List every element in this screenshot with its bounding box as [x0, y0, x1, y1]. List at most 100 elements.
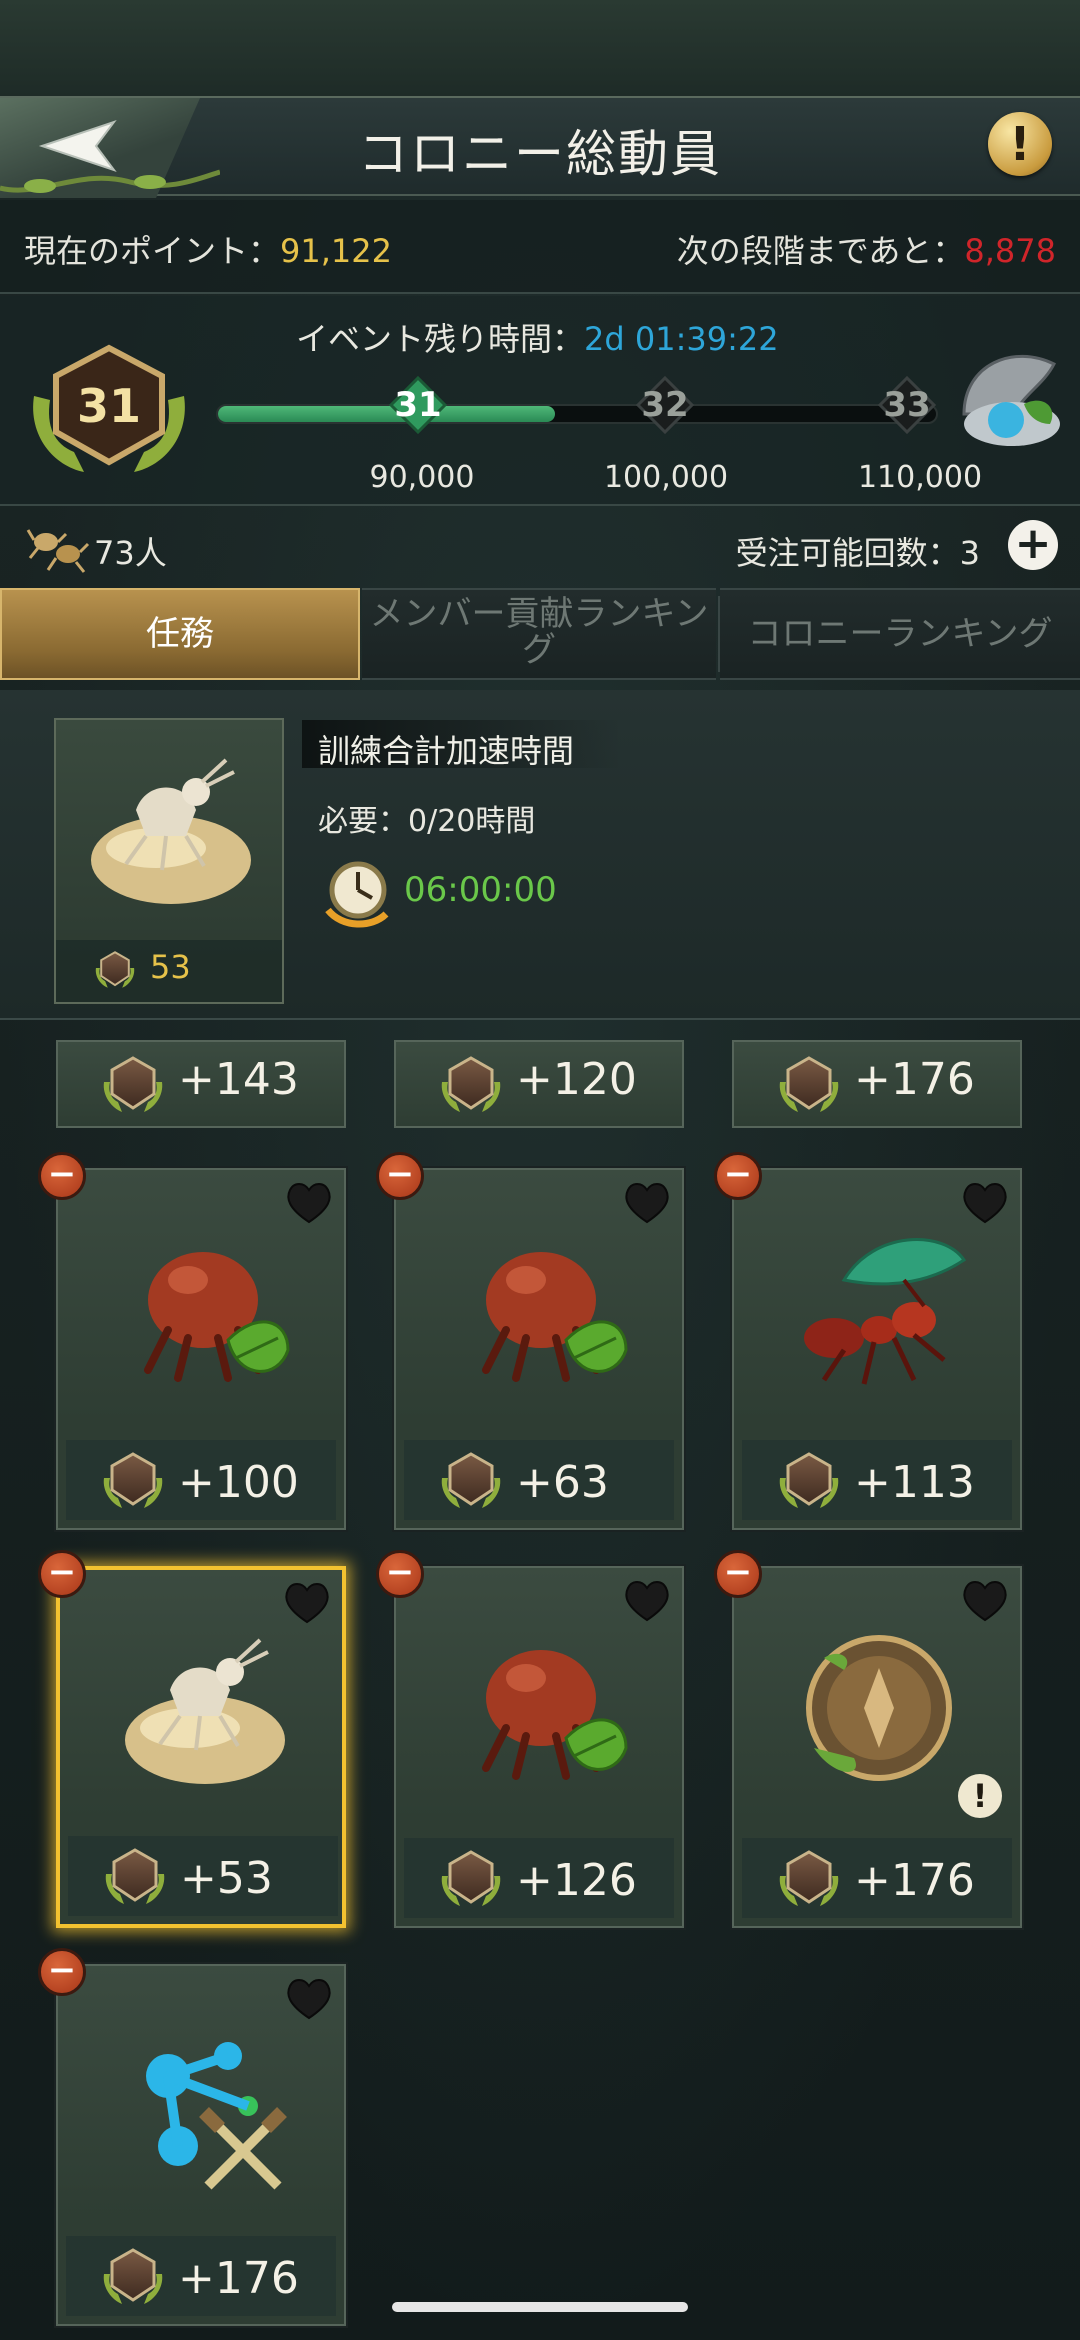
- tab-colony-ranking[interactable]: コロニーランキング: [720, 588, 1080, 680]
- title-bar: コロニー総動員 !: [0, 96, 1080, 198]
- current-points: 現在のポイント：91,122: [24, 226, 392, 272]
- red-ant-leaf-icon: [446, 1618, 636, 1798]
- next-stage-points: 次の段階まであと：8,878: [677, 226, 1056, 272]
- heart-icon[interactable]: [622, 1180, 672, 1224]
- remove-task-icon[interactable]: −: [38, 1948, 86, 1996]
- task-points: +100: [178, 1457, 299, 1508]
- task-points: +126: [516, 1855, 637, 1906]
- points-badge-icon: [774, 1448, 844, 1514]
- heart-icon[interactable]: [960, 1578, 1010, 1622]
- task-item-selected[interactable]: +53: [56, 1566, 346, 1928]
- progress-track: [216, 404, 938, 424]
- threshold-label: 100,000: [603, 460, 729, 495]
- points-badge-icon: [774, 1846, 844, 1912]
- ant-egg-icon: [110, 1620, 300, 1800]
- next-stage-label: 次の段階まであと：: [676, 232, 965, 270]
- orders-available: 受注可能回数：3: [735, 534, 980, 572]
- leafcutter-ant-icon: [784, 1220, 974, 1400]
- task-item-partial[interactable]: +120: [394, 1040, 684, 1128]
- heart-icon[interactable]: [284, 1180, 334, 1224]
- remove-task-icon[interactable]: −: [714, 1152, 762, 1200]
- info-button[interactable]: !: [988, 112, 1052, 176]
- add-orders-button[interactable]: +: [1008, 520, 1058, 570]
- mission-card[interactable]: 53: [54, 718, 284, 1004]
- task-points: +120: [516, 1054, 637, 1105]
- progress-node-32: 32: [636, 376, 694, 434]
- remove-task-icon[interactable]: −: [38, 1550, 86, 1598]
- threshold-label: 110,000: [857, 460, 983, 495]
- remove-task-icon[interactable]: −: [714, 1550, 762, 1598]
- task-points: +176: [854, 1855, 975, 1906]
- node-level-label: 31: [394, 385, 442, 425]
- blue-molecule-swords-icon: [108, 2016, 298, 2196]
- task-item-partial[interactable]: +143: [56, 1040, 346, 1128]
- home-indicator[interactable]: [392, 2302, 688, 2312]
- red-ant-leaf-icon: [108, 1220, 298, 1400]
- heart-icon[interactable]: [282, 1580, 332, 1624]
- member-count: 73人: [94, 534, 167, 572]
- mission-name: 訓練合計加速時間: [318, 732, 575, 770]
- tab-missions[interactable]: 任務: [0, 588, 360, 680]
- heart-icon[interactable]: [284, 1976, 334, 2020]
- mission-requirement: 必要：0/20時間: [318, 804, 536, 839]
- task-points: +53: [180, 1853, 273, 1904]
- task-item[interactable]: ! +176: [732, 1566, 1022, 1928]
- heart-icon[interactable]: [622, 1578, 672, 1622]
- tab-member-ranking[interactable]: メンバー貢献ランキング: [362, 588, 716, 680]
- mission-points: 53: [150, 948, 191, 986]
- level-badge-icon: 31: [33, 344, 185, 472]
- level-number: 31: [77, 379, 141, 433]
- reward-shell-icon[interactable]: [954, 344, 1066, 454]
- task-points: +113: [854, 1457, 975, 1508]
- current-points-label: 現在のポイント：: [24, 232, 281, 270]
- remove-task-icon[interactable]: −: [38, 1152, 86, 1200]
- progress-node-31: 31: [389, 376, 447, 434]
- clock-icon: [325, 861, 389, 928]
- points-badge-icon: [98, 1448, 168, 1514]
- remove-task-icon[interactable]: −: [376, 1152, 424, 1200]
- points-badge-icon: [436, 1846, 506, 1912]
- tab-bar: 任務 メンバー貢献ランキング コロニーランキング: [0, 588, 1080, 680]
- event-remaining-time: イベント残り時間：2d 01:39:22: [296, 314, 779, 360]
- progress-fill: [218, 406, 556, 422]
- points-badge-icon: [774, 1052, 844, 1118]
- task-item[interactable]: +176: [56, 1964, 346, 2326]
- points-badge-icon: [436, 1052, 506, 1118]
- ant-egg-icon: [76, 740, 266, 920]
- progress-panel: 31 イベント残り時間：2d 01:39:22 31 32 33 90,000 …: [0, 296, 1080, 506]
- points-badge-icon: [100, 1844, 170, 1910]
- mission-time: 06:00:00: [404, 870, 557, 910]
- points-badge-icon: [98, 2244, 168, 2310]
- task-item-partial[interactable]: +176: [732, 1040, 1022, 1128]
- members-row: 73人 受注可能回数：3 +: [0, 508, 1080, 588]
- task-points: +176: [854, 1054, 975, 1105]
- warning-icon: !: [958, 1774, 1002, 1818]
- task-item[interactable]: +100: [56, 1168, 346, 1530]
- task-item[interactable]: +113: [732, 1168, 1022, 1530]
- node-level-label: 32: [641, 385, 689, 425]
- task-points: +176: [178, 2253, 299, 2304]
- ant-group-icon: [26, 529, 90, 573]
- heart-icon[interactable]: [960, 1180, 1010, 1224]
- red-ant-leaf-icon: [446, 1220, 636, 1400]
- points-badge-icon: [92, 948, 138, 992]
- progress-node-33: 33: [878, 376, 936, 434]
- task-item[interactable]: +63: [394, 1168, 684, 1530]
- event-time-value: 2d 01:39:22: [584, 320, 779, 358]
- threshold-label: 90,000: [369, 460, 475, 495]
- next-stage-value: 8,878: [964, 232, 1056, 270]
- status-strip: [0, 0, 1080, 96]
- points-row: 現在のポイント：91,122 次の段階まであと：8,878: [0, 200, 1080, 294]
- remove-task-icon[interactable]: −: [376, 1550, 424, 1598]
- event-time-label: イベント残り時間：: [296, 320, 585, 358]
- node-level-label: 33: [883, 385, 931, 425]
- page-title: コロニー総動員: [358, 125, 722, 183]
- mission-panel: 53 訓練合計加速時間 必要：0/20時間 06:00:00: [0, 690, 1080, 1020]
- task-points: +63: [516, 1457, 609, 1508]
- bronze-medal-icon: [784, 1618, 974, 1798]
- current-points-value: 91,122: [280, 232, 392, 270]
- points-badge-icon: [436, 1448, 506, 1514]
- points-badge-icon: [98, 1052, 168, 1118]
- task-points: +143: [178, 1054, 299, 1105]
- task-item[interactable]: +126: [394, 1566, 684, 1928]
